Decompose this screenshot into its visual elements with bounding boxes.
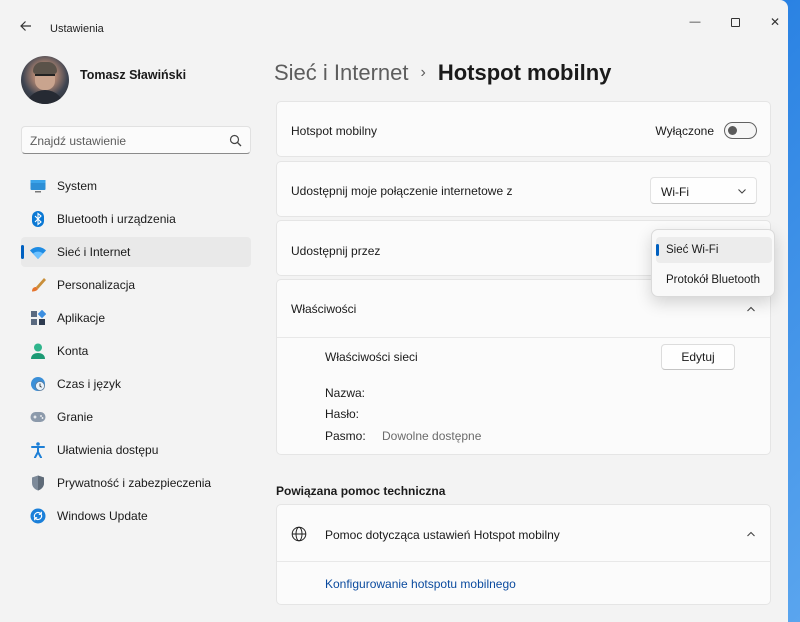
band-value: Dowolne dostępne [382, 429, 482, 443]
share-from-card: Udostępnij moje połączenie internetowe z… [276, 161, 771, 217]
sidebar-item-privacy[interactable]: Prywatność i zabezpieczenia [21, 468, 251, 498]
maximize-icon [730, 17, 740, 27]
share-from-value: Wi-Fi [661, 185, 689, 199]
page-title: Hotspot mobilny [437, 60, 612, 85]
breadcrumb-separator-icon: › [420, 64, 426, 81]
avatar-hair [33, 62, 57, 74]
search-icon[interactable] [229, 134, 242, 147]
update-icon [30, 508, 46, 524]
sidebar-item-label: Aplikacje [57, 311, 106, 325]
close-button[interactable]: ✕ [755, 10, 788, 34]
system-icon [30, 178, 46, 194]
option-label: Sieć Wi-Fi [666, 244, 719, 256]
share-over-option-wifi[interactable]: Sieć Wi-Fi [656, 237, 772, 263]
properties-expander: Właściwości Właściwości sieci Edytuj Naz… [276, 279, 771, 455]
breadcrumb-parent-link[interactable]: Sieć i Internet [274, 60, 409, 86]
help-expander: Pomoc dotycząca ustawień Hotspot mobilny… [276, 504, 771, 605]
share-over-label: Udostępnij przez [291, 244, 381, 258]
user-name: Tomasz Sławiński [80, 68, 187, 82]
toggle-knob [728, 126, 737, 135]
sidebar-item-accessibility[interactable]: Ułatwienia dostępu [21, 435, 251, 465]
sidebar-item-windows-update[interactable]: Windows Update [21, 501, 251, 531]
properties-title: Właściwości [291, 302, 357, 316]
sidebar-item-label: Windows Update [57, 509, 148, 523]
brush-icon [30, 277, 46, 293]
hotspot-toggle-card: Hotspot mobilny Wyłączone [276, 101, 771, 157]
related-help-title: Powiązana pomoc techniczna [276, 484, 446, 498]
apps-icon [30, 310, 46, 326]
chevron-down-icon [738, 189, 746, 194]
chevron-up-icon [747, 306, 755, 312]
shield-icon [30, 475, 46, 491]
accessibility-icon [30, 442, 46, 458]
app-title: Ustawienia [50, 23, 104, 35]
minimize-icon: — [689, 16, 701, 28]
back-button[interactable] [16, 16, 36, 36]
sidebar-item-label: Granie [57, 410, 94, 424]
breadcrumb: Sieć i Internet › Hotspot mobilny [274, 56, 611, 90]
globe-icon [291, 526, 307, 542]
sidebar-item-label: System [57, 179, 98, 193]
settings-window: Ustawienia — ✕ Tomasz Sławiński System [0, 0, 788, 622]
sidebar-item-label: Czas i język [57, 377, 122, 391]
sidebar-item-label: Sieć i Internet [57, 245, 131, 259]
edit-button[interactable]: Edytuj [661, 344, 735, 370]
sidebar-item-system[interactable]: System [21, 171, 251, 201]
sidebar-item-label: Personalizacja [57, 278, 136, 292]
sidebar-item-network[interactable]: Sieć i Internet [21, 237, 251, 267]
wifi-icon [30, 244, 46, 260]
sidebar-nav: System Bluetooth i urządzenia Sieć i Int… [21, 171, 251, 534]
minimize-button[interactable]: — [675, 10, 715, 34]
avatar-glasses [35, 74, 55, 79]
selection-indicator [656, 244, 659, 256]
back-arrow-icon [20, 21, 31, 31]
sidebar-item-apps[interactable]: Aplikacje [21, 303, 251, 333]
sidebar-item-bluetooth[interactable]: Bluetooth i urządzenia [21, 204, 251, 234]
sidebar-item-gaming[interactable]: Granie [21, 402, 251, 432]
help-header[interactable]: Pomoc dotycząca ustawień Hotspot mobilny [277, 505, 770, 562]
avatar[interactable] [21, 56, 69, 104]
share-over-flyout: Sieć Wi-Fi Protokół Bluetooth [651, 229, 775, 297]
help-link-configure-hotspot[interactable]: Konfigurowanie hotspotu mobilnego [325, 577, 516, 591]
sidebar-item-time-language[interactable]: Czas i język [21, 369, 251, 399]
help-title: Pomoc dotycząca ustawień Hotspot mobilny [325, 528, 560, 542]
name-label: Nazwa: [325, 386, 366, 400]
chevron-up-icon [747, 531, 755, 537]
sidebar-item-accounts[interactable]: Konta [21, 336, 251, 366]
hotspot-toggle[interactable] [724, 122, 757, 139]
sidebar-item-label: Ułatwienia dostępu [57, 443, 159, 457]
share-from-label: Udostępnij moje połączenie internetowe z [291, 184, 513, 198]
password-label: Hasło: [325, 407, 360, 421]
maximize-button[interactable] [715, 10, 755, 34]
search-input[interactable] [30, 132, 220, 150]
sidebar-item-label: Bluetooth i urządzenia [57, 212, 176, 226]
option-label: Protokół Bluetooth [666, 274, 760, 286]
gamepad-icon [30, 409, 46, 425]
active-indicator [21, 245, 24, 259]
sidebar-item-label: Prywatność i zabezpieczenia [57, 476, 212, 490]
sidebar-item-personalization[interactable]: Personalizacja [21, 270, 251, 300]
hotspot-state-label: Wyłączone [655, 124, 714, 138]
bluetooth-icon [30, 211, 46, 227]
band-label: Pasmo: [325, 429, 366, 443]
account-icon [30, 343, 46, 359]
title-bar: Ustawienia — ✕ [0, 0, 788, 44]
clock-globe-icon [30, 376, 46, 392]
close-icon: ✕ [769, 15, 781, 29]
avatar-shirt [25, 90, 65, 104]
share-from-dropdown[interactable]: Wi-Fi [650, 177, 757, 204]
hotspot-label: Hotspot mobilny [291, 124, 378, 138]
network-properties-label: Właściwości sieci [325, 350, 418, 364]
share-over-option-bluetooth[interactable]: Protokół Bluetooth [656, 267, 772, 293]
sidebar-item-label: Konta [57, 344, 89, 358]
search-box[interactable] [21, 126, 251, 154]
divider [277, 561, 770, 562]
divider [277, 337, 770, 338]
